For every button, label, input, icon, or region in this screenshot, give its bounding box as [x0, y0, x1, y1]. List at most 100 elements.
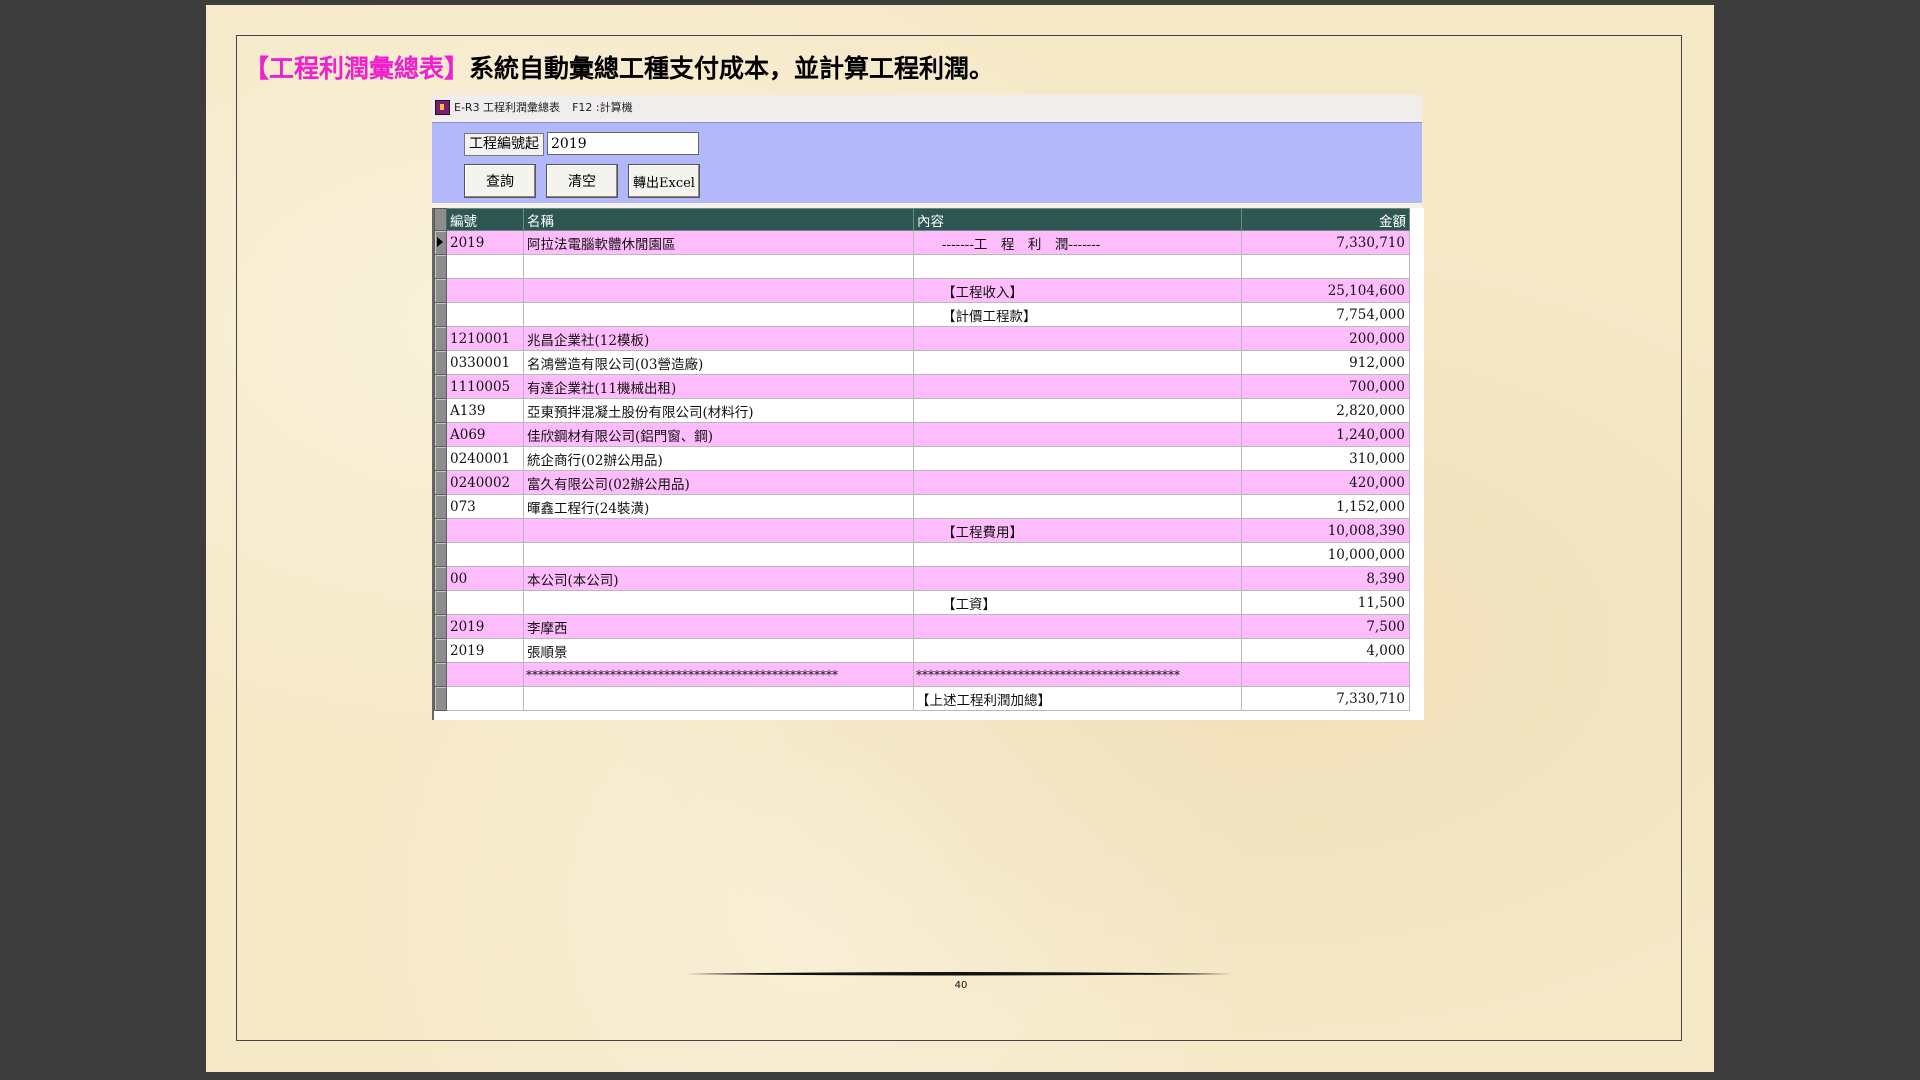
cell-content[interactable]: 【工程費用】 [913, 518, 1242, 543]
cell-amount[interactable]: 912,000 [1241, 350, 1410, 375]
cell-name[interactable]: 李摩西 [523, 614, 914, 639]
cell-code[interactable] [446, 686, 524, 711]
cell-amount[interactable] [1241, 254, 1410, 279]
profit-grid[interactable]: 編號 名稱 內容 金額 2019 阿拉法電腦軟體休閒園區 -------工 程 利 … [432, 208, 1424, 720]
cell-code[interactable]: 1110005 [446, 374, 524, 399]
cell-name[interactable]: 佳欣鋼材有限公司(鋁門窗、鋼) [523, 422, 914, 447]
table-row[interactable]: 2019 阿拉法電腦軟體休閒園區 -------工 程 利 潤------- 7,33… [434, 230, 1410, 255]
row-indicator[interactable] [434, 638, 447, 663]
cell-amount[interactable]: 11,500 [1241, 590, 1410, 615]
cell-content[interactable]: ****************************************… [913, 662, 1242, 687]
clear-button[interactable]: 清空 [546, 164, 618, 198]
cell-name[interactable]: 張順景 [523, 638, 914, 663]
cell-amount[interactable]: 310,000 [1241, 446, 1410, 471]
row-indicator[interactable] [434, 518, 447, 543]
row-indicator[interactable] [434, 614, 447, 639]
table-row[interactable]: 2019 李摩西 7,500 [434, 614, 1410, 639]
row-indicator[interactable] [434, 662, 447, 687]
start-code-input[interactable] [547, 132, 699, 155]
cell-content[interactable] [913, 542, 1242, 567]
table-row[interactable]: 00 本公司(本公司) 8,390 [434, 566, 1410, 591]
cell-amount[interactable]: 8,390 [1241, 566, 1410, 591]
cell-content[interactable] [913, 254, 1242, 279]
cell-amount[interactable]: 10,000,000 [1241, 542, 1410, 567]
cell-amount[interactable]: 1,240,000 [1241, 422, 1410, 447]
row-indicator[interactable] [434, 326, 447, 351]
table-row[interactable]: 【計價工程款】 7,754,000 [434, 302, 1410, 327]
table-row[interactable]: ****************************************… [434, 662, 1410, 687]
cell-content[interactable] [913, 422, 1242, 447]
cell-content[interactable] [913, 614, 1242, 639]
row-indicator[interactable] [434, 566, 447, 591]
table-row[interactable]: 073 暉鑫工程行(24裝潢) 1,152,000 [434, 494, 1410, 519]
cell-name[interactable]: ****************************************… [523, 662, 914, 687]
cell-amount[interactable]: 4,000 [1241, 638, 1410, 663]
cell-code[interactable]: A139 [446, 398, 524, 423]
cell-code[interactable]: 00 [446, 566, 524, 591]
row-indicator[interactable] [434, 254, 447, 279]
cell-amount[interactable]: 2,820,000 [1241, 398, 1410, 423]
cell-code[interactable]: 0330001 [446, 350, 524, 375]
cell-code[interactable] [446, 302, 524, 327]
table-row[interactable]: 【工程收入】 25,104,600 [434, 278, 1410, 303]
table-row[interactable]: 1210001 兆昌企業社(12模板) 200,000 [434, 326, 1410, 351]
cell-name[interactable] [523, 254, 914, 279]
cell-content[interactable]: 【工程收入】 [913, 278, 1242, 303]
cell-content[interactable]: 【計價工程款】 [913, 302, 1242, 327]
cell-name[interactable]: 富久有限公司(02辦公用品) [523, 470, 914, 495]
cell-amount[interactable]: 200,000 [1241, 326, 1410, 351]
row-indicator[interactable] [434, 350, 447, 375]
cell-code[interactable] [446, 590, 524, 615]
row-indicator[interactable] [434, 398, 447, 423]
cell-name[interactable]: 暉鑫工程行(24裝潢) [523, 494, 914, 519]
cell-name[interactable] [523, 590, 914, 615]
cell-content[interactable] [913, 326, 1242, 351]
cell-name[interactable]: 本公司(本公司) [523, 566, 914, 591]
row-indicator[interactable] [434, 686, 447, 711]
cell-name[interactable]: 兆昌企業社(12模板) [523, 326, 914, 351]
cell-code[interactable] [446, 278, 524, 303]
cell-code[interactable]: A069 [446, 422, 524, 447]
table-row[interactable] [434, 254, 1410, 279]
table-row[interactable]: 0330001 名鴻營造有限公司(03營造廠) 912,000 [434, 350, 1410, 375]
cell-amount[interactable]: 7,330,710 [1241, 686, 1410, 711]
table-row[interactable]: 【上述工程利潤加總】 7,330,710 [434, 686, 1410, 711]
row-indicator[interactable] [434, 422, 447, 447]
cell-name[interactable] [523, 542, 914, 567]
row-indicator[interactable] [434, 278, 447, 303]
cell-amount[interactable]: 420,000 [1241, 470, 1410, 495]
cell-code[interactable]: 2019 [446, 638, 524, 663]
cell-amount[interactable]: 7,500 [1241, 614, 1410, 639]
table-row[interactable]: 10,000,000 [434, 542, 1410, 567]
cell-name[interactable]: 亞東預拌混凝土股份有限公司(材料行) [523, 398, 914, 423]
cell-code[interactable] [446, 542, 524, 567]
row-indicator[interactable] [434, 470, 447, 495]
table-row[interactable]: 0240001 統企商行(02辦公用品) 310,000 [434, 446, 1410, 471]
cell-amount[interactable]: 7,754,000 [1241, 302, 1410, 327]
cell-code[interactable]: 1210001 [446, 326, 524, 351]
cell-code[interactable]: 0240002 [446, 470, 524, 495]
column-header-name[interactable]: 名稱 [523, 208, 914, 231]
table-row[interactable]: 2019 張順景 4,000 [434, 638, 1410, 663]
cell-content[interactable] [913, 470, 1242, 495]
cell-content[interactable] [913, 350, 1242, 375]
cell-code[interactable] [446, 518, 524, 543]
cell-amount[interactable]: 25,104,600 [1241, 278, 1410, 303]
row-indicator[interactable] [434, 230, 447, 255]
row-indicator[interactable] [434, 494, 447, 519]
cell-content[interactable] [913, 446, 1242, 471]
cell-content[interactable] [913, 398, 1242, 423]
column-header-amount[interactable]: 金額 [1241, 208, 1410, 231]
column-header-content[interactable]: 內容 [913, 208, 1242, 231]
table-row[interactable]: 0240002 富久有限公司(02辦公用品) 420,000 [434, 470, 1410, 495]
cell-name[interactable] [523, 278, 914, 303]
row-indicator[interactable] [434, 446, 447, 471]
table-row[interactable]: 【工程費用】 10,008,390 [434, 518, 1410, 543]
cell-name[interactable] [523, 686, 914, 711]
cell-code[interactable]: 2019 [446, 614, 524, 639]
cell-name[interactable]: 有達企業社(11機械出租) [523, 374, 914, 399]
cell-content[interactable] [913, 638, 1242, 663]
row-indicator[interactable] [434, 374, 447, 399]
cell-code[interactable] [446, 254, 524, 279]
cell-content[interactable]: 【上述工程利潤加總】 [913, 686, 1242, 711]
